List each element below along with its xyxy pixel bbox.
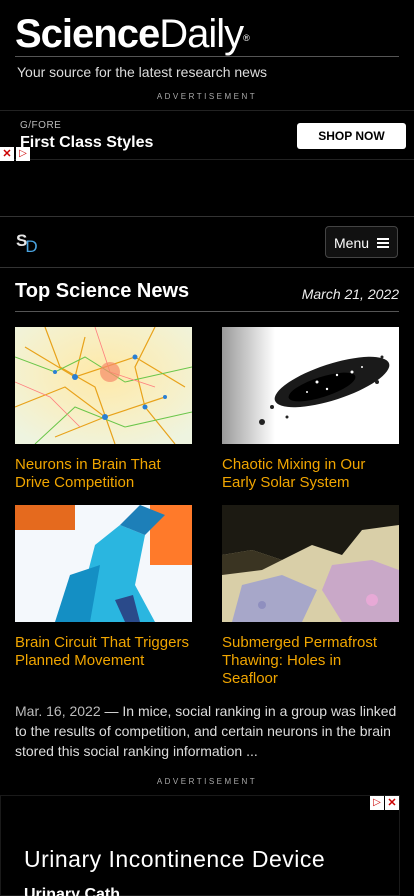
story-card[interactable]: Neurons in Brain That Drive Competition <box>15 327 192 492</box>
ad-choices-icon[interactable]: ▷ <box>16 147 30 161</box>
story-image-solar-system[interactable] <box>222 327 399 444</box>
story-card[interactable]: Submerged Permafrost Thawing: Holes in S… <box>222 505 399 688</box>
menu-button[interactable]: Menu <box>325 226 398 258</box>
hamburger-icon <box>377 238 389 248</box>
story-image-permafrost[interactable] <box>222 505 399 622</box>
masthead-divider <box>15 56 399 57</box>
story-summary: Mar. 16, 2022 — In mice, social ranking … <box>15 701 400 761</box>
ad-headline: First Class Styles <box>20 134 154 151</box>
masthead: ScienceDaily® Your source for the latest… <box>15 12 399 80</box>
ad-close-icon[interactable]: ✕ <box>0 147 14 161</box>
advertisement-label-top: ADVERTISEMENT <box>156 92 258 101</box>
ad-subtitle: Urinary Cath... <box>24 886 134 896</box>
tagline: Your source for the latest research news <box>17 64 268 80</box>
sd-logo-d: D <box>25 237 38 256</box>
ad-brand: G/FORE <box>20 120 62 131</box>
section-divider <box>15 311 399 312</box>
sciencedaily-logo[interactable]: ScienceDaily® <box>15 12 399 56</box>
story-card[interactable]: Chaotic Mixing in Our Early Solar System <box>222 327 399 492</box>
logo-science: Science <box>15 12 160 56</box>
section-date: March 21, 2022 <box>301 286 399 302</box>
story-image-neurons[interactable] <box>15 327 192 444</box>
advertisement-label-bottom: ADVERTISEMENT <box>156 777 258 786</box>
logo-registered-mark: ® <box>243 33 250 43</box>
ad-title: Urinary Incontinence Device <box>24 846 326 872</box>
story-title[interactable]: Submerged Permafrost Thawing: Holes in S… <box>222 634 399 688</box>
top-ad-banner[interactable]: G/FORE First Class Styles SHOP NOW ✕ ▷ <box>0 110 414 161</box>
logo-daily: Daily <box>159 12 244 56</box>
section-title: Top Science News <box>15 280 190 302</box>
shop-now-button[interactable]: SHOP NOW <box>297 123 406 149</box>
story-card[interactable]: Brain Circuit That Triggers Planned Move… <box>15 505 192 670</box>
sd-logo[interactable]: SD <box>16 231 40 256</box>
story-title[interactable]: Brain Circuit That Triggers Planned Move… <box>15 634 192 670</box>
ad-close-icon[interactable]: ✕ <box>385 796 399 810</box>
story-title[interactable]: Chaotic Mixing in Our Early Solar System <box>222 456 399 492</box>
story-title[interactable]: Neurons in Brain That Drive Competition <box>15 456 192 492</box>
ad-choices-icon[interactable]: ▷ <box>370 796 384 810</box>
nav-bar: SD Menu <box>0 216 414 268</box>
summary-date: Mar. 16, 2022 <box>15 703 101 719</box>
menu-label: Menu <box>334 235 370 251</box>
bottom-ad-box[interactable]: ▷ ✕ Urinary Incontinence Device Urinary … <box>0 795 400 896</box>
story-image-brain-circuit[interactable] <box>15 505 192 622</box>
summary-dash: — <box>100 703 123 719</box>
